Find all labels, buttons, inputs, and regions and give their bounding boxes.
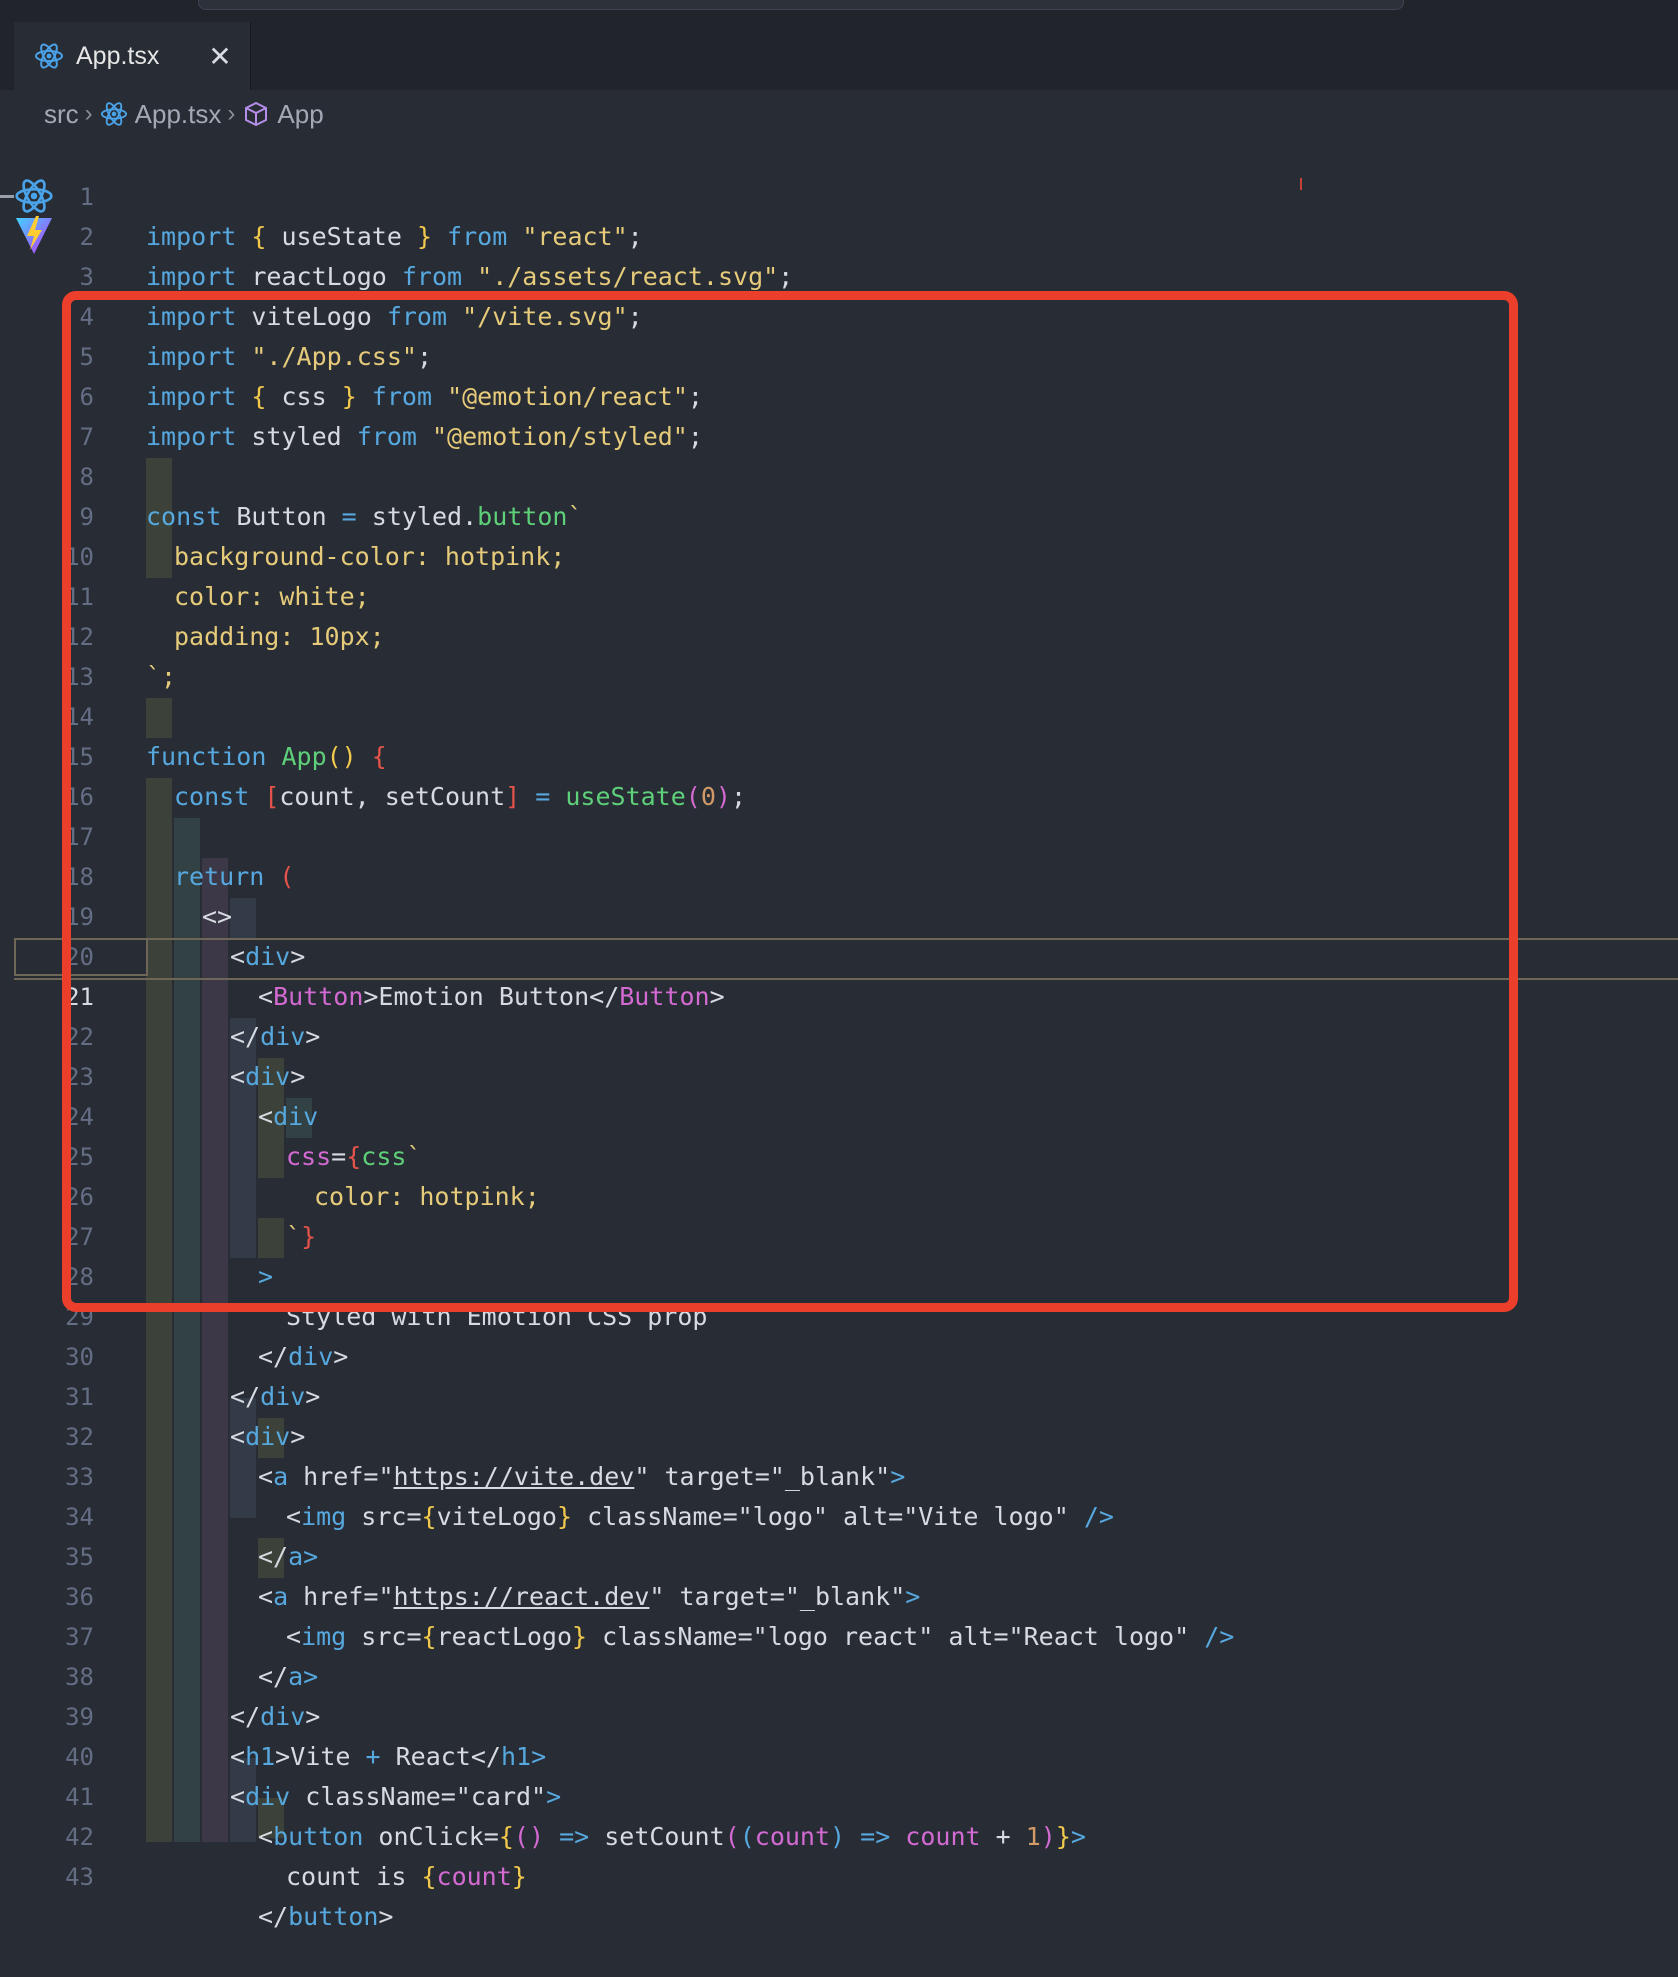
breadcrumb-item-symbol[interactable]: App (277, 99, 323, 130)
token: </ (258, 1902, 289, 1931)
code-line: 37 </a> (0, 1577, 1678, 1691)
token: button (288, 1902, 379, 1931)
code-line: 1 import { useState } from "react"; (0, 137, 1678, 251)
token: { (421, 1862, 437, 1891)
line-number: 43 (65, 1863, 94, 1891)
code-line: 32 <a href="https://vite.dev" target="_b… (0, 1377, 1678, 1491)
code-line: 34 </a> (0, 1457, 1678, 1571)
code-line: 43 </button> (0, 1817, 1678, 1931)
title-bar (0, 0, 1678, 22)
code-line: 35 <a href="https://react.dev" target="_… (0, 1497, 1678, 1611)
tab-label: App.tsx (76, 41, 160, 70)
token: count (436, 1862, 512, 1891)
token: > (378, 1902, 394, 1931)
tab-bar: App.tsx ✕ (0, 22, 1678, 90)
tab-app-tsx[interactable]: App.tsx ✕ (14, 22, 251, 90)
code-line: 36 <img src={reactLogo} className="logo … (0, 1537, 1678, 1651)
code-line: 2 import reactLogo from "./assets/react.… (0, 177, 1678, 291)
token: count is (286, 1862, 422, 1891)
cube-icon (241, 99, 271, 129)
chevron-right-icon: › (84, 100, 93, 127)
breadcrumb-item-file[interactable]: App.tsx (135, 99, 222, 130)
code-line: 40 <div className="card"> (0, 1697, 1678, 1811)
react-icon (99, 99, 129, 129)
code-line: 42 count is {count} (0, 1777, 1678, 1891)
code-line: 41 <button onClick={() => setCount((coun… (0, 1737, 1678, 1851)
breadcrumb: src › App.tsx › App (44, 96, 324, 132)
code-line: 38 </div> (0, 1617, 1678, 1731)
command-center[interactable] (198, 0, 1404, 10)
chevron-right-icon: › (227, 100, 236, 127)
close-icon[interactable]: ✕ (204, 40, 236, 72)
annotation-highlight-box (62, 291, 1518, 1312)
breadcrumb-item-src[interactable]: src (44, 99, 79, 130)
react-icon (32, 39, 66, 73)
code-line: 39 <h1>Vite + React</h1> (0, 1657, 1678, 1771)
code-line: 31 <div> (0, 1337, 1678, 1451)
code-line: 3 import viteLogo from "/vite.svg"; (0, 217, 1678, 331)
code-line: 33 <img src={viteLogo} className="logo" … (0, 1417, 1678, 1531)
token: } (511, 1862, 527, 1891)
